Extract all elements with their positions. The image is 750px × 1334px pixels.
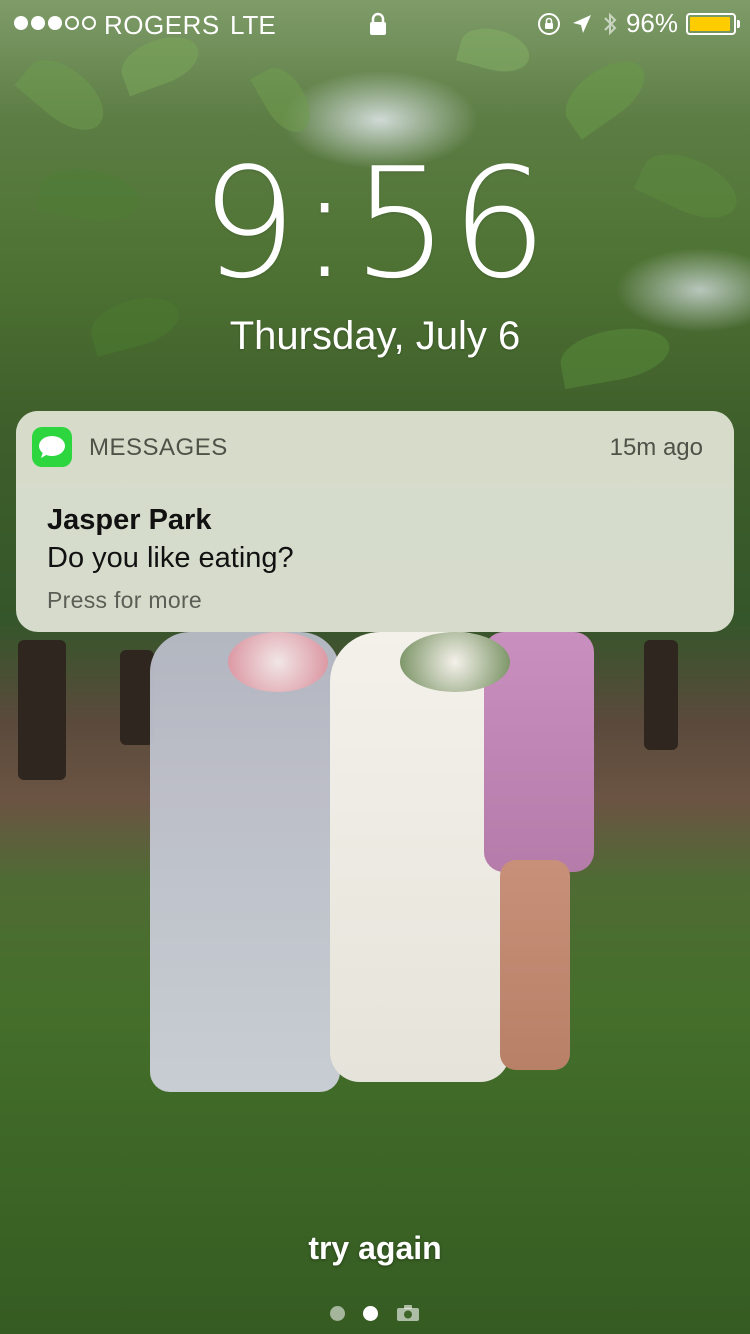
notification-hint: Press for more xyxy=(47,587,203,613)
lock-screen-date: Thursday, July 6 xyxy=(229,314,521,358)
bride-white-dress xyxy=(330,632,510,1082)
leaf-shape xyxy=(14,46,116,144)
network-type: LTE xyxy=(230,10,276,40)
battery-tip xyxy=(737,19,740,28)
notification-timestamp: 15m ago xyxy=(609,434,703,461)
battery-percentage: 96% xyxy=(625,8,678,38)
status-bar: ROGERS LTE 96% xyxy=(0,0,750,48)
messages-icon xyxy=(32,427,72,467)
carrier-name: ROGERS xyxy=(104,10,220,40)
leaf-shape xyxy=(554,48,656,140)
signal-dot-empty xyxy=(65,16,79,30)
tree-trunk xyxy=(644,640,678,750)
lock-icon xyxy=(370,12,386,35)
bluetooth-icon xyxy=(604,12,617,35)
leaf-shape xyxy=(250,59,320,141)
notification-app-name: MESSAGES xyxy=(89,434,228,461)
page-dot-active[interactable] xyxy=(363,1305,378,1321)
bridesmaid-grey-dress xyxy=(150,632,340,1092)
signal-dot-filled xyxy=(14,16,28,30)
unlock-hint: try again xyxy=(308,1230,442,1266)
bouquet xyxy=(228,632,328,692)
page-indicator[interactable] xyxy=(0,1304,750,1322)
notification-message: Do you like eating? xyxy=(47,542,294,574)
bouquet xyxy=(400,632,510,692)
battery-icon xyxy=(686,12,740,35)
page-dot[interactable] xyxy=(330,1305,345,1321)
signal-dot-empty xyxy=(82,16,96,30)
speech-bubble-icon xyxy=(39,436,65,458)
message-notification[interactable]: MESSAGES 15m ago Jasper Park Do you like… xyxy=(16,411,734,632)
signal-dot-filled xyxy=(48,16,62,30)
notification-header: MESSAGES 15m ago xyxy=(16,411,734,483)
notification-body: Jasper Park Do you like eating? Press fo… xyxy=(16,483,734,614)
notification-sender: Jasper Park xyxy=(47,504,212,536)
signal-strength-icon xyxy=(14,16,96,30)
battery-body xyxy=(686,12,736,35)
legs xyxy=(500,860,570,1070)
location-arrow-icon xyxy=(572,14,591,33)
signal-dot-filled xyxy=(31,16,45,30)
battery-level-fill xyxy=(690,16,731,31)
camera-icon[interactable] xyxy=(396,1304,420,1322)
orientation-lock-icon xyxy=(537,12,560,35)
tree-trunk xyxy=(18,640,66,780)
tree-trunk xyxy=(120,650,154,745)
status-right-group: 96% xyxy=(536,8,740,39)
lock-screen-time: 9:56 xyxy=(200,135,550,312)
